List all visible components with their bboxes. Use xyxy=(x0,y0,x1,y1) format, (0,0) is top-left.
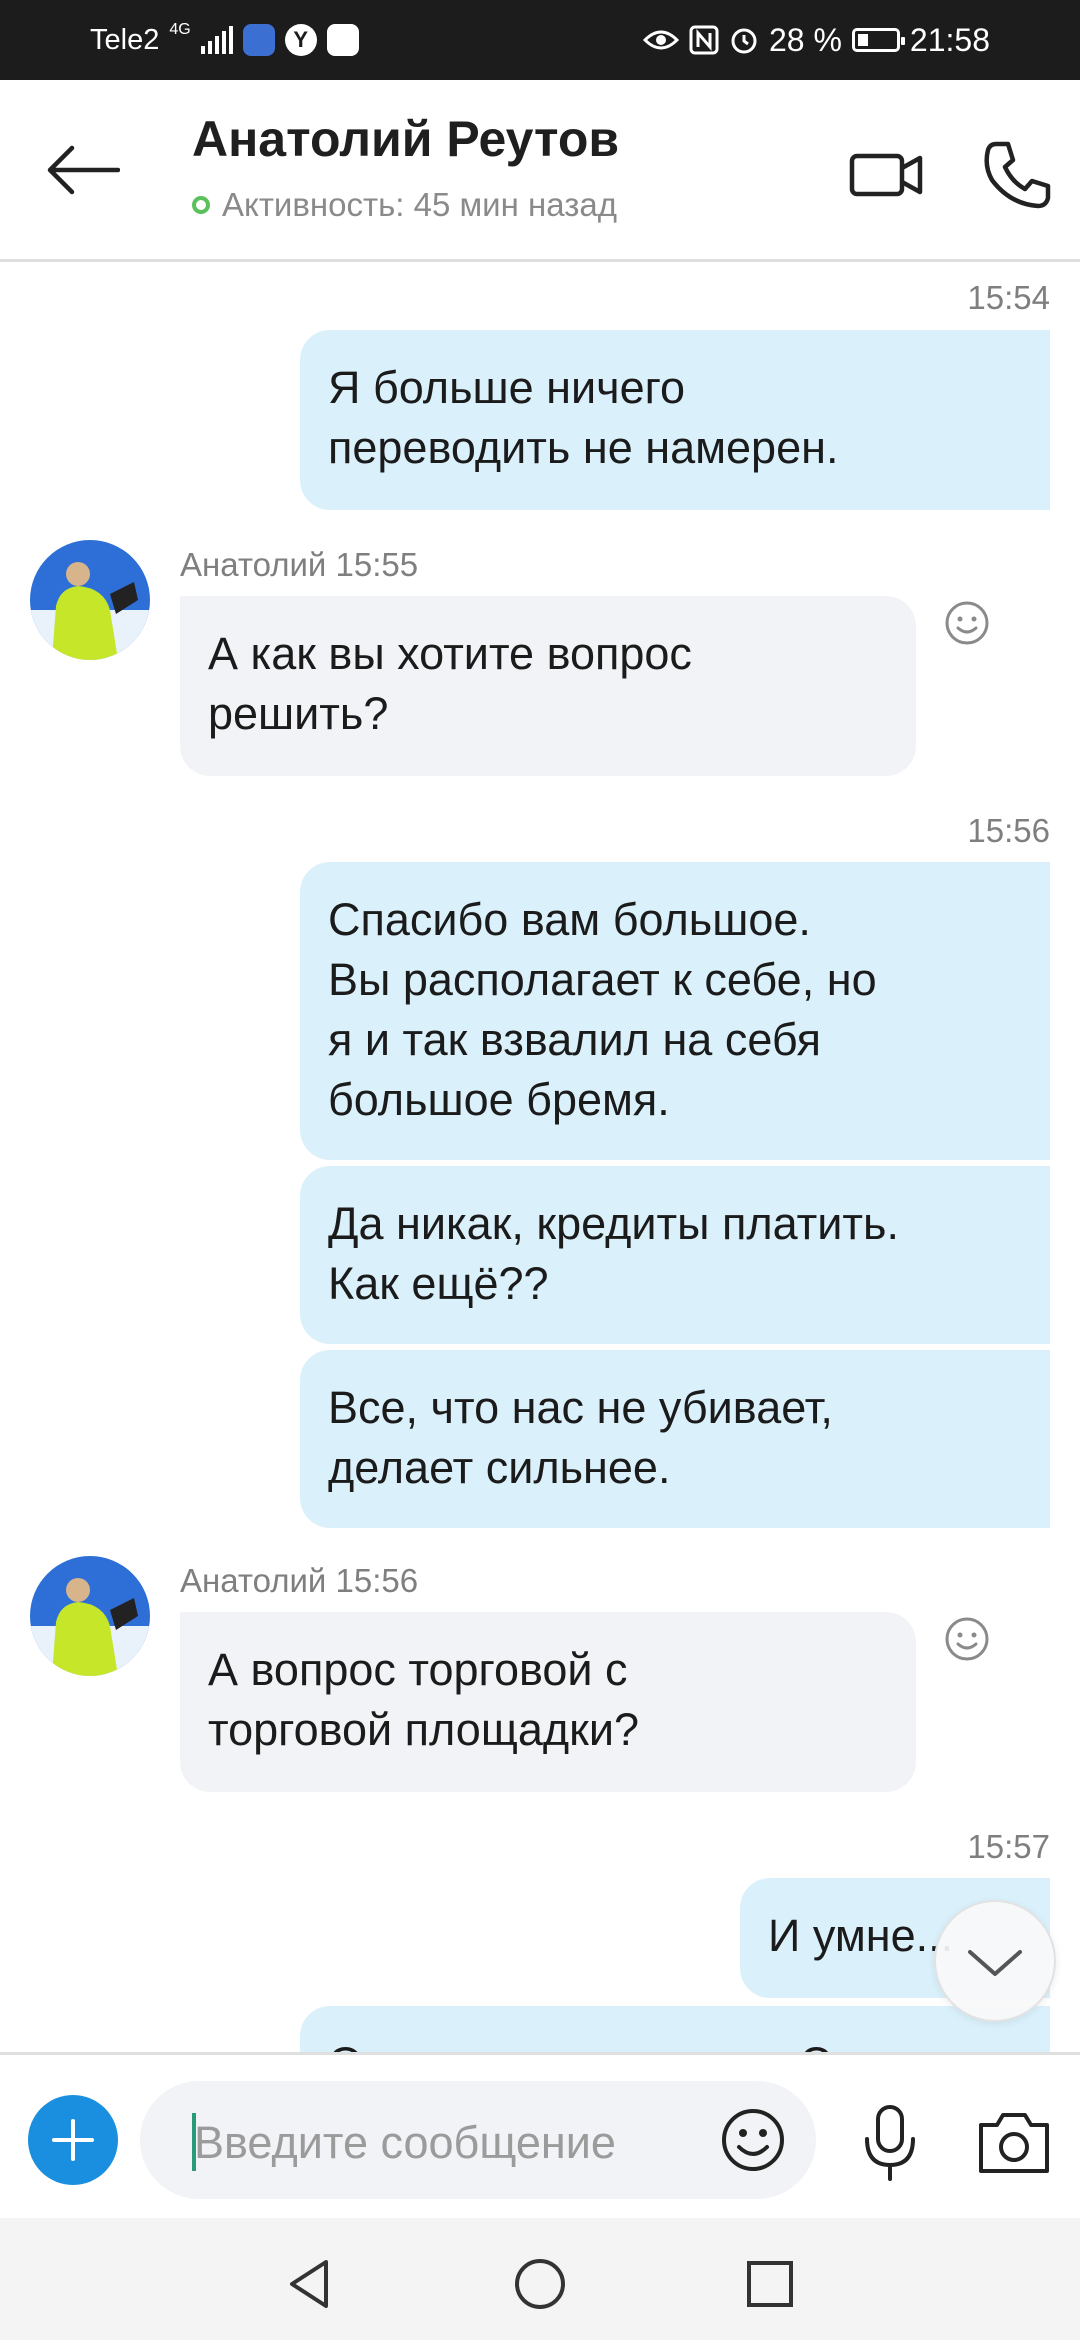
message-time: 15:56 xyxy=(967,812,1050,849)
contact-name[interactable]: Анатолий Реутов xyxy=(192,110,619,168)
outgoing-message[interactable]: Все, что нас не убивает, делает сильнее. xyxy=(300,1350,1050,1528)
scroll-to-bottom-button[interactable] xyxy=(934,1900,1056,2022)
avatar[interactable] xyxy=(30,1556,150,1676)
sender-meta: Анатолий 15:56 xyxy=(180,1562,419,1599)
plus-icon xyxy=(52,2119,94,2161)
outgoing-message[interactable]: Я больше ничего переводить не намерен. xyxy=(300,330,1050,510)
activity-status: Активность: 45 мин назад xyxy=(192,186,617,224)
outgoing-message[interactable]: Спасибо вам большое. Вы располагает к се… xyxy=(300,862,1050,1160)
chat-header: Анатолий Реутов Активность: 45 мин назад xyxy=(0,80,1080,262)
chevron-down-icon xyxy=(968,1950,1022,1976)
presence-dot-icon xyxy=(192,196,210,214)
status-bar: Tele2 4G Y 28 % 21:58 xyxy=(0,0,1080,80)
smiley-icon[interactable] xyxy=(720,2107,786,2173)
phone-icon[interactable] xyxy=(980,136,1056,212)
outgoing-message[interactable]: Да никак, кредиты платить. Как ещё?? xyxy=(300,1166,1050,1344)
carrier-label: Tele2 xyxy=(90,23,160,56)
avatar[interactable] xyxy=(30,540,150,660)
activity-label: Активность: 45 мин назад xyxy=(222,186,617,223)
eye-icon xyxy=(642,30,679,50)
arrow-left-icon[interactable] xyxy=(44,140,120,200)
status-right: 28 % 21:58 xyxy=(642,18,990,62)
message-input-placeholder: Введите сообщение xyxy=(194,2117,616,2168)
nav-recents-icon[interactable] xyxy=(740,2254,800,2314)
nav-home-icon[interactable] xyxy=(510,2254,570,2314)
battery-percent: 28 % xyxy=(768,21,842,58)
video-camera-icon[interactable] xyxy=(848,136,924,212)
huawei-icon xyxy=(326,24,359,56)
network-type: 4G xyxy=(169,21,191,38)
camera-icon[interactable] xyxy=(975,2107,1053,2177)
add-button[interactable] xyxy=(28,2095,118,2185)
incoming-message[interactable]: А вопрос торговой с торговой площадки? xyxy=(180,1612,916,1792)
nfc-icon xyxy=(689,25,719,55)
app-notification-icon xyxy=(242,24,275,56)
system-navigation-bar xyxy=(0,2218,1080,2340)
message-list[interactable]: 15:54 Я больше ничего переводить не наме… xyxy=(0,262,1080,2052)
alarm-icon xyxy=(731,28,757,54)
signal-icon xyxy=(200,26,233,54)
battery-icon xyxy=(851,28,905,52)
status-left: Tele2 4G Y xyxy=(90,18,359,62)
clock: 21:58 xyxy=(909,21,990,58)
nav-back-icon[interactable] xyxy=(280,2254,340,2314)
message-time: 15:57 xyxy=(967,1828,1050,1865)
yandex-icon: Y xyxy=(284,24,317,56)
message-composer: Введите сообщение xyxy=(0,2052,1080,2218)
message-time: 15:54 xyxy=(967,279,1050,316)
incoming-message[interactable]: А как вы хотите вопрос решить? xyxy=(180,596,916,776)
add-reaction-icon[interactable] xyxy=(944,1616,990,1662)
message-input[interactable]: Введите сообщение xyxy=(140,2081,816,2199)
sender-meta: Анатолий 15:55 xyxy=(180,546,419,583)
add-reaction-icon[interactable] xyxy=(944,600,990,646)
microphone-icon[interactable] xyxy=(855,2103,925,2183)
